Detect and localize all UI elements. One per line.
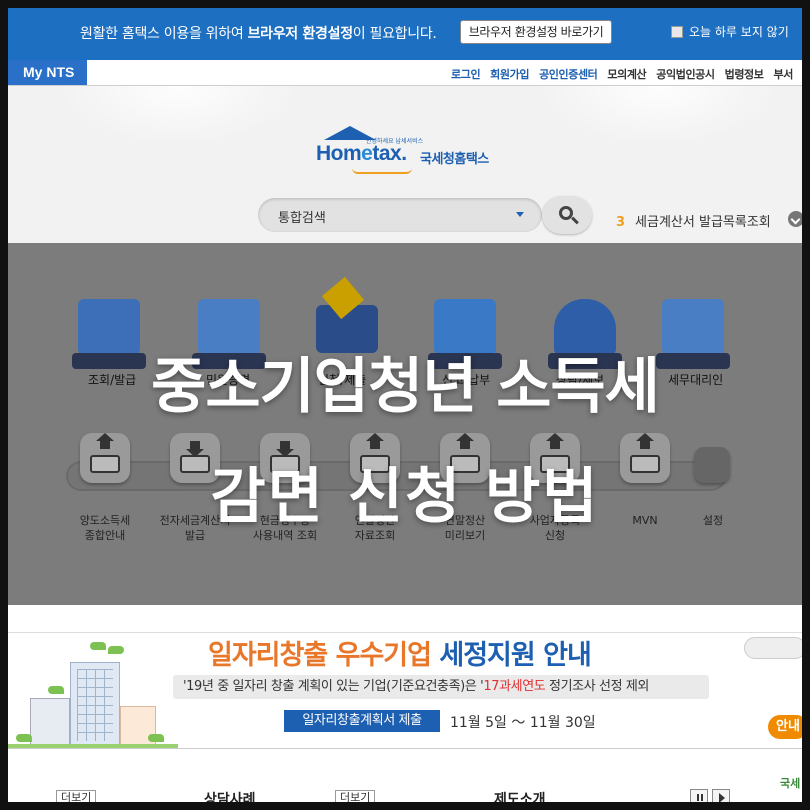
logo-hom: Hom [316,142,362,165]
browser-settings-button[interactable]: 브라우저 환경설정 바로가기 [460,20,612,44]
sprout-icon [16,734,32,742]
checkbox-icon[interactable] [671,25,683,38]
banner-sub-post: 정기조사 선정 제외 [545,679,649,694]
notice-text-post: 이 필요합니다. [352,26,437,42]
sprout-icon [148,734,164,742]
banner-sub-pre: '19년 중 일자리 창출 계획이 있는 기업(기준요건충족)은 ' [183,679,484,694]
dept-link[interactable]: 부서 [774,66,794,82]
notice-text-pre: 원활한 홈택스 이용을 위하여 [80,26,248,42]
overlay-title-line2: 감면 신청 방법 [210,462,600,532]
banner-title-blue: 세정지원 안내 [439,640,591,671]
logo-wordmark: Hometax. [316,142,407,166]
sprout-icon [48,686,64,694]
notice-message: 원활한 홈택스 이용을 위하여 브라우저 환경설정이 필요합니다. [80,23,437,43]
hide-today-label: 오늘 하루 보지 않기 [689,25,789,39]
login-link[interactable]: 로그인 [451,66,481,82]
chevron-down-icon[interactable] [516,212,524,217]
notice-text-bold: 브라우저 환경설정 [247,26,354,42]
logo-e: e [361,142,373,165]
util-links: 로그인 회원가입 공인인증센터 모의계산 공익법인공시 법령정보 부서 [451,66,802,82]
hometax-logo[interactable]: 안녕하세요 납세서비스 Hometax. 국세청홈택스 [316,126,506,174]
hide-today-checkbox[interactable]: 오늘 하루 보지 않기 [671,23,789,40]
public-corp-link[interactable]: 공익법인공시 [656,66,715,82]
logo-korean-name: 국세청홈택스 [420,152,489,167]
overlay-title-line1: 중소기업청년 소득세 [151,352,660,422]
building-illustration [8,636,178,748]
browser-setting-notice-bar: 원활한 홈택스 이용을 위하여 브라우저 환경설정이 필요합니다. 브라우저 환… [8,8,802,60]
submission-badge: 일자리창출계획서 제출 [284,710,440,732]
signup-link[interactable]: 회원가입 [490,66,529,82]
search-button[interactable] [542,196,592,234]
more-button-system[interactable]: 더보기 [335,790,376,802]
system-intro-heading: 제도소개 [494,792,546,802]
search-icon-handle [571,216,579,225]
my-nts-tab[interactable]: My NTS [8,60,87,85]
search-input[interactable]: 통합검색 [258,198,542,232]
pause-icon[interactable] [690,789,708,802]
popular-search-ranking[interactable]: 3 세금계산서 발급목록조회 [616,211,771,230]
browser-page: 원활한 홈택스 이용을 위하여 브라우저 환경설정이 필요합니다. 브라우저 환… [8,8,802,802]
logo-swoosh [352,168,412,174]
ranking-number: 3 [616,215,626,230]
law-info-link[interactable]: 법령정보 [725,66,764,82]
banner-title: 일자리창출 우수기업 세정지원 안내 [208,633,592,672]
banner-sub-red: 17과세연도 [483,679,546,694]
ranking-expand-icon[interactable] [788,211,802,227]
logo-tax: tax. [372,142,407,165]
bottom-section: 더보기 상담사례 더보기 제도소개 국세 [8,748,802,802]
sprout-icon [108,646,124,654]
banner-tab[interactable] [744,637,802,659]
play-icon[interactable] [712,789,730,802]
ranking-text: 세금계산서 발급목록조회 [635,215,771,230]
search-placeholder: 통합검색 [278,211,326,226]
banner-subtitle: '19년 중 일자리 창출 계획이 있는 기업(기준요건충족)은 '17과세연도… [173,675,709,699]
mock-calc-link[interactable]: 모의계산 [607,66,646,82]
cert-center-link[interactable]: 공인인증센터 [539,66,598,82]
banner-info-button[interactable]: 안내 [768,715,802,739]
utility-nav: My NTS 로그인 회원가입 공인인증센터 모의계산 공익법인공시 법령정보 … [8,60,802,86]
sprout-icon [90,642,106,650]
banner-title-orange: 일자리창출 우수기업 [208,640,440,671]
submission-dates: 11월 5일 ～ 11월 30일 [450,715,596,731]
tower-building [70,662,120,748]
low-building [30,698,70,748]
site-header: 안녕하세요 납세서비스 Hometax. 국세청홈택스 통합검색 3 세금계산서 … [8,86,802,243]
corner-logo-text: 국세 [780,777,801,790]
more-button-consult[interactable]: 더보기 [56,790,97,802]
consult-cases-heading: 상담사례 [204,792,256,802]
